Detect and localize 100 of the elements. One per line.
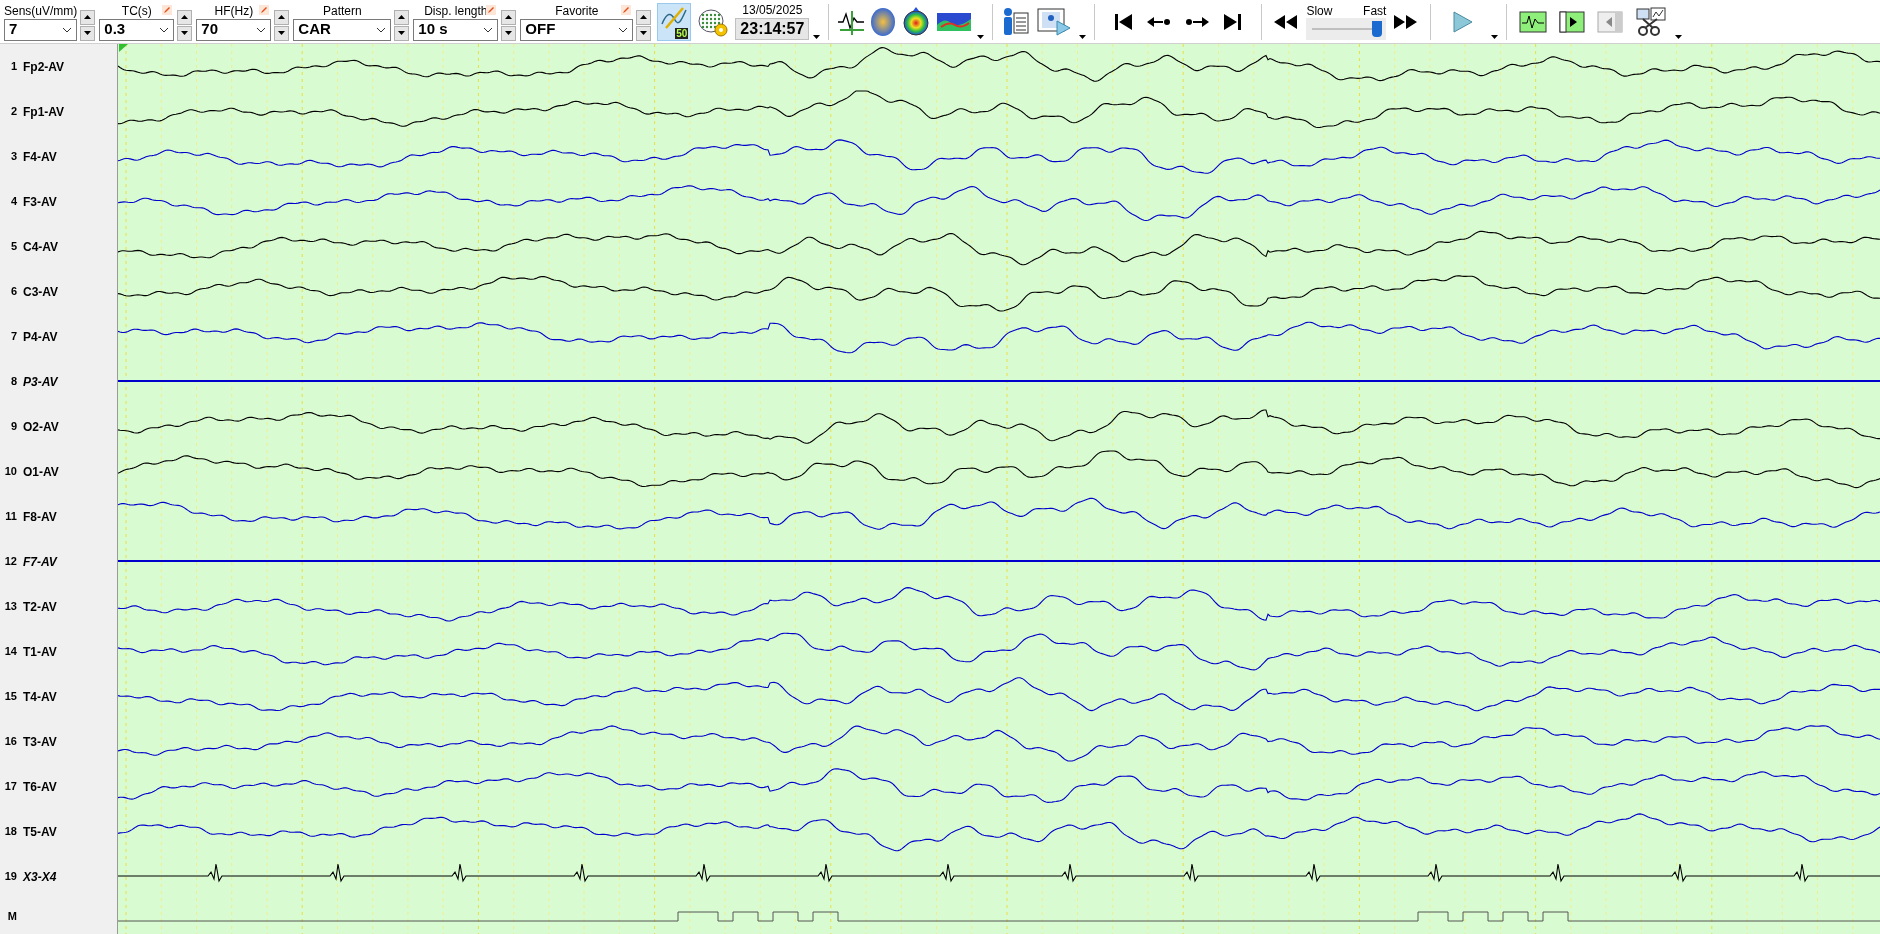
- spin-down-button[interactable]: [636, 25, 652, 41]
- electrode-map-gear-icon[interactable]: [697, 6, 730, 37]
- dropdown-field[interactable]: 0.3: [99, 18, 175, 41]
- channel-number: 8: [9, 374, 17, 390]
- chevron-down-icon: [62, 26, 72, 33]
- channel-number: 5: [9, 239, 17, 255]
- skip-to-end-icon[interactable]: [1223, 12, 1242, 31]
- slider-thumb[interactable]: [1371, 20, 1382, 37]
- back-frame-icon[interactable]: [1597, 10, 1624, 33]
- dropdown-caret-icon[interactable]: [977, 35, 985, 39]
- filter-badge: 50: [675, 27, 689, 39]
- speed-slider[interactable]: [1306, 17, 1387, 40]
- field-label: HF(Hz): [214, 3, 254, 18]
- topographic-map-icon[interactable]: [901, 6, 932, 37]
- channel-name[interactable]: F4-AV: [23, 147, 57, 166]
- spin-up-button[interactable]: [177, 9, 193, 25]
- dropdown-caret-icon[interactable]: [1491, 35, 1499, 39]
- channel-number: 14: [3, 644, 17, 660]
- channel-name[interactable]: C4-AV: [23, 237, 59, 256]
- dropdown-caret-icon[interactable]: [1675, 35, 1683, 39]
- spin-up-button[interactable]: [501, 9, 517, 25]
- channel-number: 1: [9, 59, 17, 75]
- fast-forward-icon[interactable]: [1394, 14, 1419, 29]
- spin-down-button[interactable]: [80, 25, 96, 41]
- channel-name[interactable]: O2-AV: [23, 417, 59, 436]
- up-arrow-icon: [398, 15, 406, 19]
- play-frame-icon[interactable]: [1559, 10, 1586, 33]
- pencil-icon[interactable]: [259, 4, 270, 15]
- spin-down-button[interactable]: [394, 25, 410, 41]
- channel-number: 18: [3, 824, 17, 840]
- channel-name[interactable]: O1-AV: [23, 462, 59, 481]
- channel-name[interactable]: T6-AV: [23, 777, 57, 796]
- channel-name[interactable]: Fp2-AV: [23, 57, 65, 76]
- skip-to-start-icon[interactable]: [1115, 12, 1134, 31]
- channel-name[interactable]: P4-AV: [23, 327, 58, 346]
- channel-name[interactable]: T4-AV: [23, 687, 57, 706]
- marker-row-label: M: [6, 909, 17, 925]
- channel-number: 3: [9, 149, 17, 165]
- down-arrow-icon: [84, 31, 92, 35]
- spin-up-button[interactable]: [636, 9, 652, 25]
- step-forward-icon[interactable]: [1185, 15, 1210, 28]
- channel-number: 9: [9, 419, 17, 435]
- slow-label: Slow: [1306, 3, 1333, 18]
- scissors-chart-icon[interactable]: [1635, 6, 1668, 37]
- dropdown-field[interactable]: OFF: [520, 18, 634, 41]
- chevron-down-icon: [618, 26, 629, 33]
- down-arrow-icon: [505, 31, 513, 35]
- step-back-icon[interactable]: [1147, 15, 1172, 28]
- spin-up-button[interactable]: [274, 9, 290, 25]
- channel-name[interactable]: T2-AV: [23, 597, 57, 616]
- field-label: TC(s): [121, 3, 152, 18]
- dropdown-field[interactable]: 10 s: [413, 18, 499, 41]
- date-label: 13/05/2025: [742, 3, 803, 18]
- channel-name[interactable]: T5-AV: [23, 822, 57, 841]
- up-arrow-icon: [278, 15, 286, 19]
- down-arrow-icon: [640, 31, 648, 35]
- channel-number: 15: [3, 689, 17, 705]
- channel-number: 13: [3, 599, 17, 615]
- spectrogram-icon[interactable]: [937, 12, 972, 31]
- channel-name[interactable]: T1-AV: [23, 642, 57, 661]
- spin-down-button[interactable]: [177, 25, 193, 41]
- channel-number: 6: [9, 284, 17, 300]
- waveform-window-icon[interactable]: [1519, 10, 1548, 33]
- channel-number: 17: [3, 779, 17, 795]
- channel-name[interactable]: C3-AV: [23, 282, 59, 301]
- channel-number: 11: [4, 509, 17, 525]
- patient-info-icon[interactable]: [1001, 6, 1030, 37]
- channel-name[interactable]: Fp1-AV: [23, 102, 65, 121]
- dropdown-field[interactable]: 70: [196, 18, 272, 41]
- channel-number: 16: [3, 734, 17, 750]
- channel-number: 4: [9, 194, 17, 210]
- spin-down-button[interactable]: [501, 25, 517, 41]
- channel-number: 19: [3, 869, 17, 885]
- channel-name[interactable]: T3-AV: [23, 732, 57, 751]
- video-film-icon[interactable]: [1037, 6, 1072, 37]
- up-arrow-icon: [640, 15, 648, 19]
- pencil-icon[interactable]: [162, 4, 173, 15]
- play-icon[interactable]: [1453, 10, 1474, 33]
- spin-up-button[interactable]: [394, 9, 410, 25]
- channel-name[interactable]: F8-AV: [23, 507, 57, 526]
- spin-up-button[interactable]: [80, 9, 96, 25]
- dropdown-field[interactable]: CAR: [293, 18, 392, 41]
- waveform-pen-icon: [661, 5, 688, 30]
- filter-button[interactable]: 50: [657, 2, 692, 41]
- channel-number: 2: [9, 104, 17, 120]
- field-label: Pattern: [323, 3, 362, 18]
- rewind-icon[interactable]: [1274, 14, 1299, 29]
- chevron-down-icon: [483, 26, 494, 33]
- pencil-icon[interactable]: [486, 4, 497, 15]
- dropdown-caret-icon[interactable]: [813, 35, 821, 39]
- pencil-icon[interactable]: [621, 4, 632, 15]
- field-label: Sens(uV/mm): [4, 3, 78, 18]
- channel-number: 12: [3, 554, 17, 570]
- spin-down-button[interactable]: [274, 25, 290, 41]
- up-arrow-icon: [84, 15, 92, 19]
- head-map-icon[interactable]: [869, 6, 898, 37]
- channel-name[interactable]: F3-AV: [23, 192, 57, 211]
- dropdown-caret-icon[interactable]: [1079, 35, 1087, 39]
- dropdown-field[interactable]: 7: [4, 18, 77, 41]
- chevron-down-icon: [159, 26, 170, 33]
